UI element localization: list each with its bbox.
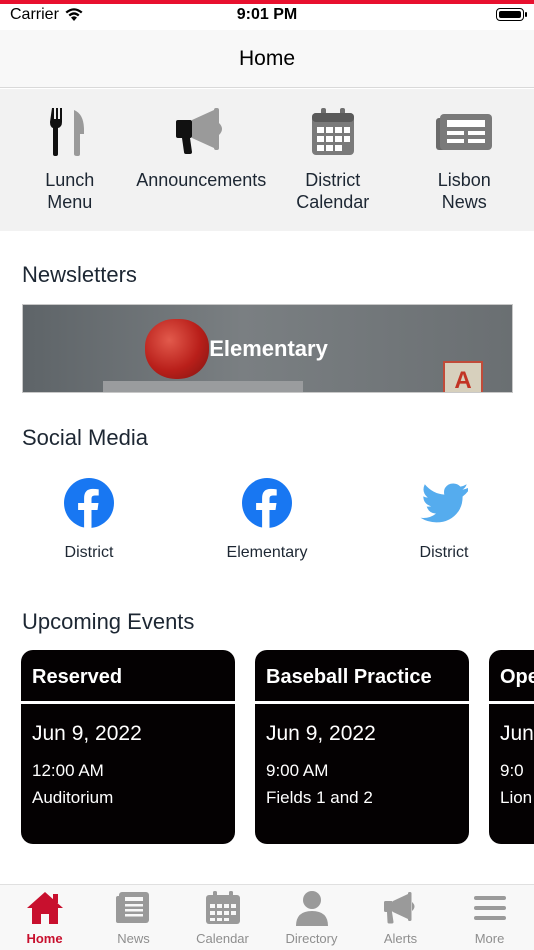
tab-home[interactable]: Home (0, 885, 89, 950)
event-date: Jun 9, 2022 (266, 722, 376, 745)
battery-icon (496, 8, 527, 21)
tab-alerts[interactable]: Alerts (356, 885, 445, 950)
event-date: Jun (500, 722, 534, 745)
event-location: Lion (500, 788, 533, 807)
quick-link-lisbon-news[interactable]: Lisbon News (399, 89, 531, 231)
event-title: Reserved (32, 666, 123, 688)
newspaper-icon (434, 107, 494, 157)
tab-more[interactable]: More (445, 885, 534, 950)
newsletter-label: Elementary (209, 336, 328, 361)
event-card[interactable]: Ope Jun 9:0 Lion (489, 650, 534, 844)
calendar-icon (303, 107, 363, 157)
twitter-icon (420, 483, 468, 523)
status-bar: Carrier 9:01 PM (0, 4, 534, 30)
event-date: Jun 9, 2022 (32, 722, 142, 745)
social-link-label: District (64, 544, 114, 561)
quick-link-label: Lisbon News (437, 170, 491, 212)
event-title: Baseball Practice (266, 666, 432, 688)
event-time: 9:00 AM (266, 761, 329, 780)
event-card[interactable]: Baseball Practice Jun 9, 2022 9:00 AM Fi… (255, 650, 469, 844)
events-carousel[interactable]: Reserved Jun 9, 2022 12:00 AM Auditorium… (0, 650, 534, 845)
event-time: 9:0 (500, 761, 524, 780)
tab-label: Home (26, 931, 63, 946)
menu-icon (470, 890, 510, 926)
quick-link-announcements[interactable]: Announcements (136, 89, 268, 231)
tab-directory[interactable]: Directory (267, 885, 356, 950)
home-icon (25, 890, 65, 926)
tab-label: Alerts (383, 931, 418, 946)
tab-label: More (474, 931, 505, 946)
news-icon (114, 890, 154, 926)
calendar-icon (203, 890, 243, 926)
social-link-label: District (419, 544, 469, 561)
upcoming-events-heading: Upcoming Events (22, 609, 195, 634)
quick-link-label: Announcements (136, 170, 267, 190)
navigation-bar: Home (0, 30, 534, 88)
facebook-icon (64, 478, 114, 528)
social-link-label: Elementary (226, 544, 308, 561)
tab-label: Calendar (196, 931, 249, 946)
event-time: 12:00 AM (32, 761, 104, 780)
social-media-links: District Elementary District (0, 478, 534, 568)
quick-link-lunch-menu[interactable]: Lunch Menu (4, 89, 136, 231)
quick-link-label: Lunch Menu (45, 170, 95, 212)
event-location: Auditorium (32, 788, 114, 807)
tab-label: Directory (285, 931, 338, 946)
social-link-facebook-elementary[interactable]: Elementary (197, 478, 337, 562)
event-title: Ope (500, 666, 534, 688)
social-link-twitter-district[interactable]: District (374, 478, 514, 562)
event-card[interactable]: Reserved Jun 9, 2022 12:00 AM Auditorium (21, 650, 235, 844)
facebook-icon (242, 478, 292, 528)
tab-calendar[interactable]: Calendar (178, 885, 267, 950)
newsletter-card-elementary[interactable]: A Elementary (22, 304, 513, 393)
newsletters-heading: Newsletters (22, 262, 137, 287)
megaphone-icon (171, 107, 231, 157)
fork-knife-icon (40, 107, 100, 157)
quick-link-district-calendar[interactable]: District Calendar (267, 89, 399, 231)
quick-link-label: District Calendar (296, 170, 370, 212)
event-location: Fields 1 and 2 (266, 788, 373, 807)
quick-links: Lunch Menu Announcements District Calend… (0, 89, 534, 231)
social-link-facebook-district[interactable]: District (19, 478, 159, 562)
page-title: Home (238, 47, 296, 70)
person-icon (292, 890, 332, 926)
tab-news[interactable]: News (89, 885, 178, 950)
social-media-heading: Social Media (22, 425, 148, 450)
tab-bar: Home News Calendar Directory Alerts More (0, 884, 534, 950)
tab-label: News (117, 931, 150, 946)
status-time: 9:01 PM (236, 6, 298, 23)
megaphone-icon (381, 890, 421, 926)
